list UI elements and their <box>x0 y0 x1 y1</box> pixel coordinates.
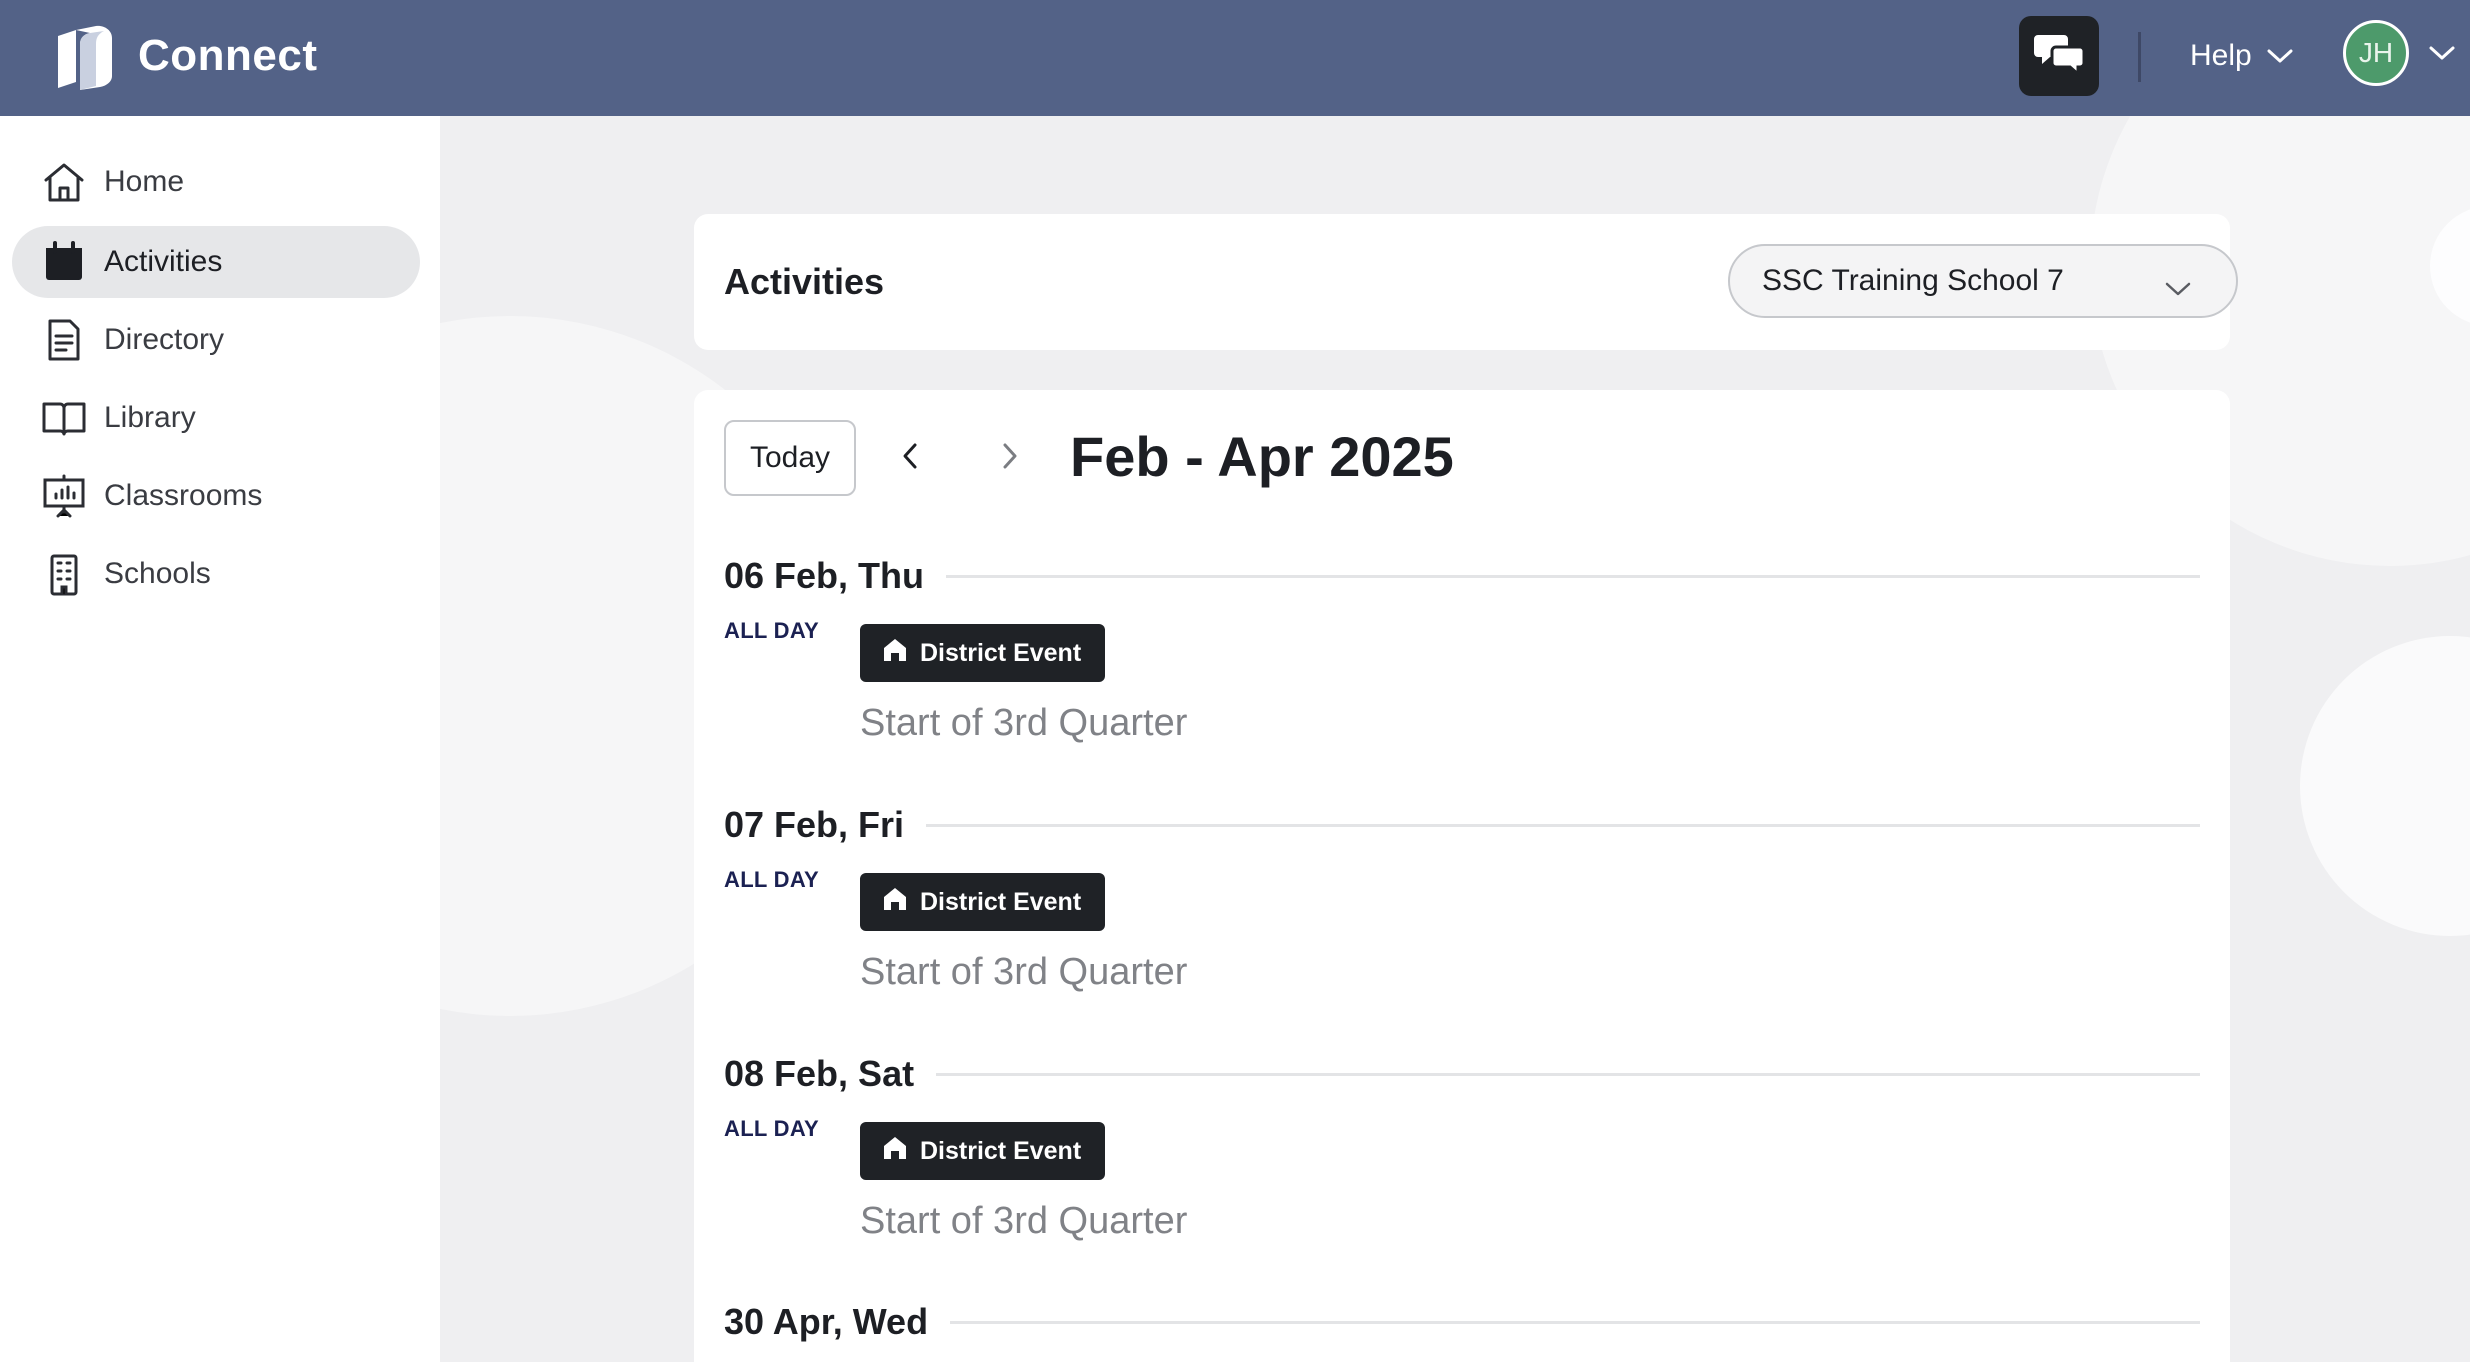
chevron-down-icon <box>2164 272 2192 306</box>
event-type-label: District Event <box>920 1136 1082 1165</box>
chevron-down-icon[interactable] <box>2428 44 2456 67</box>
sidebar-item-label: Library <box>104 401 196 434</box>
sidebar-item-activities[interactable]: Activities <box>12 226 420 298</box>
sidebar-item-library[interactable]: Library <box>12 382 420 454</box>
day-divider <box>950 1320 2200 1324</box>
all-day-label: ALL DAY <box>724 618 820 643</box>
background-decoration <box>2300 636 2470 936</box>
page-title: Activities <box>724 261 885 302</box>
sidebar-item-label: Activities <box>104 245 223 278</box>
top-bar: Connect Help JH <box>0 0 2470 116</box>
presentation-board-icon <box>42 474 86 518</box>
day-divider <box>936 1072 2200 1076</box>
sidebar-item-home[interactable]: Home <box>12 146 420 218</box>
day-group: 06 Feb, Thu ALL DAY District Event Start… <box>724 550 2200 744</box>
topbar-divider <box>2138 32 2141 82</box>
book-icon <box>42 396 86 440</box>
day-divider <box>946 574 2200 578</box>
event-type-chip[interactable]: District Event <box>860 1122 1106 1180</box>
event-type-label: District Event <box>920 638 1082 667</box>
main-content: Activities SSC Training School 7 Today F… <box>440 116 2470 1362</box>
day-group: 30 Apr, Wed <box>724 1296 2200 1348</box>
app-title[interactable]: Connect <box>138 28 318 84</box>
calendar-card: Today Feb - Apr 2025 06 Feb, Thu ALL DAY <box>694 390 2230 1362</box>
all-day-label: ALL DAY <box>724 867 820 892</box>
day-label: 07 Feb, Fri <box>724 804 905 845</box>
sidebar-item-classrooms[interactable]: Classrooms <box>12 460 420 532</box>
sidebar-item-directory[interactable]: Directory <box>12 304 420 376</box>
home-icon <box>882 1135 908 1168</box>
day-group: 07 Feb, Fri ALL DAY District Event Start… <box>724 799 2200 993</box>
sidebar-item-label: Classrooms <box>104 479 263 512</box>
sidebar-item-label: Home <box>104 165 185 198</box>
event-title[interactable]: Start of 3rd Quarter <box>860 702 1187 745</box>
date-range-title: Feb - Apr 2025 <box>1070 425 1454 488</box>
all-day-label: ALL DAY <box>724 1116 820 1141</box>
sidebar: Home Activities Directory Library Classr… <box>0 116 440 1362</box>
event-type-chip[interactable]: District Event <box>860 873 1106 931</box>
document-icon <box>42 318 86 362</box>
help-menu[interactable]: Help <box>2190 34 2294 78</box>
help-label: Help <box>2190 39 2252 72</box>
school-select-value: SSC Training School 7 <box>1762 264 2064 297</box>
activities-header-card: Activities SSC Training School 7 <box>694 214 2238 350</box>
sidebar-item-label: Directory <box>104 323 225 356</box>
connect-logo-icon[interactable] <box>54 22 118 92</box>
day-group: 08 Feb, Sat ALL DAY District Event Start… <box>724 1048 2200 1242</box>
chevron-down-icon <box>2266 39 2294 73</box>
home-icon <box>882 637 908 670</box>
event-title[interactable]: Start of 3rd Quarter <box>860 1200 1187 1243</box>
next-button[interactable] <box>990 438 1030 478</box>
calendar-icon <box>42 240 86 284</box>
user-avatar[interactable]: JH <box>2343 20 2409 86</box>
today-button[interactable]: Today <box>724 420 856 496</box>
event-type-label: District Event <box>920 887 1082 916</box>
home-icon <box>42 160 86 204</box>
home-icon <box>882 886 908 919</box>
chat-button[interactable] <box>2019 16 2099 96</box>
building-icon <box>42 552 86 596</box>
chat-bubbles-icon <box>2034 31 2086 82</box>
event-type-chip[interactable]: District Event <box>860 624 1106 682</box>
sidebar-item-label: Schools <box>104 557 211 590</box>
event-title[interactable]: Start of 3rd Quarter <box>860 951 1187 994</box>
sidebar-item-schools[interactable]: Schools <box>12 538 420 610</box>
day-label: 30 Apr, Wed <box>724 1301 929 1342</box>
day-divider <box>926 823 2200 827</box>
day-label: 08 Feb, Sat <box>724 1053 915 1094</box>
previous-button[interactable] <box>890 438 930 478</box>
day-label: 06 Feb, Thu <box>724 555 925 596</box>
school-select[interactable]: SSC Training School 7 <box>1728 244 2238 318</box>
chevron-right-icon <box>1000 441 1020 476</box>
chevron-left-icon <box>900 441 920 476</box>
